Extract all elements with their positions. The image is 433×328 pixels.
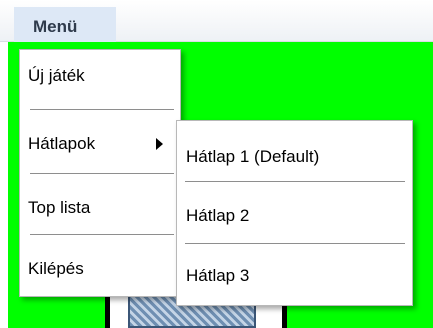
submenu-separator: [185, 243, 405, 244]
menu-separator: [30, 234, 174, 235]
card-backs-submenu: Hátlap 1 (Default) Hátlap 2 Hátlap 3: [176, 120, 413, 306]
menu-title[interactable]: Menü: [14, 7, 116, 45]
menu-item-new-game[interactable]: Új játék: [28, 66, 85, 86]
submenu-item-card-back-3[interactable]: Hátlap 3: [186, 266, 249, 286]
submenu-separator: [185, 181, 405, 182]
menu-separator: [30, 109, 174, 110]
submenu-item-card-back-2[interactable]: Hátlap 2: [186, 206, 249, 226]
submenu-arrow-icon: [156, 138, 163, 150]
menu-item-top-list[interactable]: Top lista: [28, 198, 90, 218]
menu-item-card-backs[interactable]: Hátlapok: [28, 134, 95, 154]
menu-bar: Menü: [0, 0, 433, 45]
submenu-item-card-back-1[interactable]: Hátlap 1 (Default): [186, 147, 319, 167]
menu-separator: [30, 173, 174, 174]
menu-item-exit[interactable]: Kilépés: [28, 259, 84, 279]
main-dropdown-menu: Új játék Hátlapok Top lista Kilépés: [19, 49, 181, 297]
